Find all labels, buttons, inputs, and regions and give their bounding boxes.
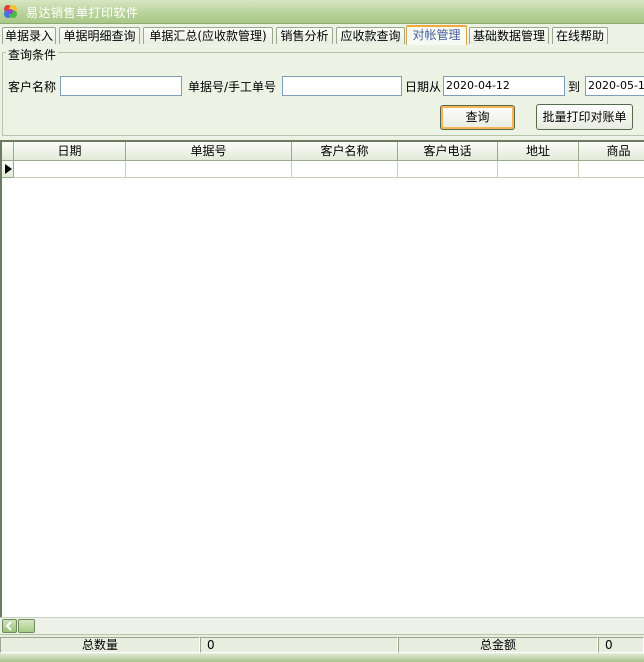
app-logo-icon <box>4 5 17 18</box>
tab-basic-data[interactable]: 基础数据管理 <box>469 27 549 44</box>
query-button[interactable]: 查询 <box>440 105 515 130</box>
scroll-left-button[interactable] <box>2 619 17 633</box>
customer-name-input[interactable] <box>60 76 182 96</box>
table-cell[interactable] <box>579 161 644 178</box>
table-cell[interactable] <box>14 161 126 178</box>
column-header-doc-no[interactable]: 单据号 <box>126 142 292 161</box>
date-from-label: 日期从 <box>405 80 442 94</box>
tab-reconciliation[interactable]: 对帐管理 <box>406 25 467 45</box>
total-amount-value: 0 <box>598 637 644 653</box>
reconciliation-table[interactable]: 日期 单据号 客户名称 客户电话 地址 商品 <box>0 140 644 617</box>
tab-document-summary[interactable]: 单据汇总(应收款管理) <box>143 27 273 44</box>
column-header-customer-name[interactable]: 客户名称 <box>292 142 398 161</box>
tab-strip: 单据录入 单据明细查询 单据汇总(应收款管理) 销售分析 应收款查询 对帐管理 … <box>0 24 644 45</box>
query-panel: 查询条件 客户名称 单据号/手工单号 日期从 2020-04-12 到 2020… <box>0 45 644 140</box>
table-cell[interactable] <box>398 161 498 178</box>
date-to-input[interactable]: 2020-05-12 <box>585 76 644 96</box>
column-header-address[interactable]: 地址 <box>498 142 579 161</box>
table-cell[interactable] <box>292 161 398 178</box>
doc-no-label: 单据号/手工单号 <box>188 80 277 94</box>
window-title: 易达销售单打印软件 <box>26 6 139 20</box>
tab-sales-analysis[interactable]: 销售分析 <box>276 27 333 44</box>
date-to-label: 到 <box>568 80 581 94</box>
tab-online-help[interactable]: 在线帮助 <box>552 27 608 44</box>
window-bottom-edge <box>0 654 644 662</box>
doc-no-input[interactable] <box>282 76 402 96</box>
tab-receivables-query[interactable]: 应收款查询 <box>336 27 405 44</box>
total-amount-label: 总金额 <box>398 637 598 653</box>
title-bar: 易达销售单打印软件 <box>0 0 644 24</box>
table-cell[interactable] <box>126 161 292 178</box>
column-header-date[interactable]: 日期 <box>14 142 126 161</box>
total-quantity-label: 总数量 <box>0 637 200 653</box>
column-header-product[interactable]: 商品 <box>579 142 644 161</box>
status-bar: 总数量 0 总金额 0 <box>0 634 644 654</box>
current-row-indicator[interactable] <box>2 161 14 178</box>
scroll-thumb[interactable] <box>18 619 35 633</box>
customer-name-label: 客户名称 <box>8 80 57 94</box>
row-pointer-icon <box>5 164 12 174</box>
total-quantity-value: 0 <box>200 637 398 653</box>
tab-document-detail-query[interactable]: 单据明细查询 <box>59 27 140 44</box>
column-header-customer-phone[interactable]: 客户电话 <box>398 142 498 161</box>
chevron-left-icon <box>5 621 12 631</box>
query-conditions-legend: 查询条件 <box>6 46 59 63</box>
table-cell[interactable] <box>498 161 579 178</box>
table-corner-header <box>2 142 14 161</box>
date-from-input[interactable]: 2020-04-12 <box>443 76 565 96</box>
batch-print-statement-button[interactable]: 批量打印对账单 <box>536 104 633 130</box>
horizontal-scrollbar[interactable] <box>0 617 644 634</box>
tab-document-entry[interactable]: 单据录入 <box>2 27 56 44</box>
